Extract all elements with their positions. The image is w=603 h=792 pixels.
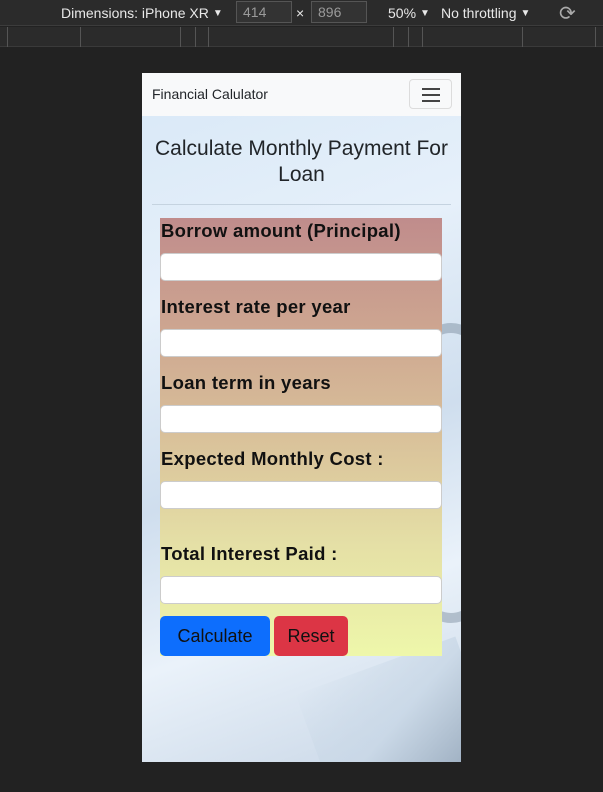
loan-form: Borrow amount (Principal) Interest rate …: [160, 218, 442, 656]
zoom-selector[interactable]: 50% ▼: [388, 0, 430, 26]
hamburger-icon: [422, 100, 440, 102]
viewport-height-input[interactable]: 896: [311, 1, 367, 23]
device-selector[interactable]: Dimensions: iPhone XR ▼: [61, 0, 223, 26]
calculate-button[interactable]: Calculate: [160, 616, 270, 656]
monthly-cost-output[interactable]: [160, 481, 442, 509]
navbar: Financial Calulator: [142, 73, 461, 116]
dimension-separator: ×: [296, 5, 305, 21]
zoom-label: 50%: [388, 5, 417, 21]
ruler-tick: [408, 27, 409, 47]
ruler-tick: [422, 27, 423, 47]
hamburger-icon: [422, 94, 440, 96]
ruler-tick: [208, 27, 209, 47]
principal-input[interactable]: [160, 253, 442, 281]
hamburger-icon: [422, 88, 440, 90]
throttling-selector[interactable]: No throttling ▼: [441, 0, 530, 26]
divider: [152, 204, 451, 205]
media-query-ruler: [0, 27, 603, 47]
caret-down-icon: ▼: [420, 7, 430, 19]
rate-label: Interest rate per year: [161, 296, 351, 317]
viewport-width-input[interactable]: 414: [236, 1, 292, 23]
page-title: Calculate Monthly Payment For Loan: [155, 137, 448, 186]
devtools-toolbar: Dimensions: iPhone XR ▼ 414 × 896 50% ▼ …: [0, 0, 603, 26]
ruler-tick: [522, 27, 523, 47]
caret-down-icon: ▼: [520, 7, 531, 19]
term-input[interactable]: [160, 405, 442, 433]
ruler-tick: [195, 27, 196, 47]
ruler-tick: [80, 27, 81, 47]
term-label: Loan term in years: [161, 372, 331, 393]
total-interest-label: Total Interest Paid :: [161, 543, 338, 564]
caret-down-icon: ▼: [212, 7, 223, 19]
total-interest-output[interactable]: [160, 576, 442, 604]
principal-label: Borrow amount (Principal): [161, 220, 401, 241]
rate-input[interactable]: [160, 329, 442, 357]
ruler-tick: [180, 27, 181, 47]
ruler-tick: [393, 27, 394, 47]
ruler-tick: [7, 27, 8, 47]
phone-viewport: Financial Calulator Calculate Monthly Pa…: [142, 73, 461, 762]
rotate-icon[interactable]: ⟳: [559, 0, 576, 26]
reset-button[interactable]: Reset: [274, 616, 348, 656]
monthly-cost-label: Expected Monthly Cost :: [161, 448, 384, 469]
ruler-tick: [595, 27, 596, 47]
navbar-toggler-button[interactable]: [409, 79, 452, 109]
device-label: Dimensions: iPhone XR: [61, 5, 209, 21]
throttling-label: No throttling: [441, 5, 517, 21]
navbar-brand[interactable]: Financial Calulator: [152, 86, 268, 102]
